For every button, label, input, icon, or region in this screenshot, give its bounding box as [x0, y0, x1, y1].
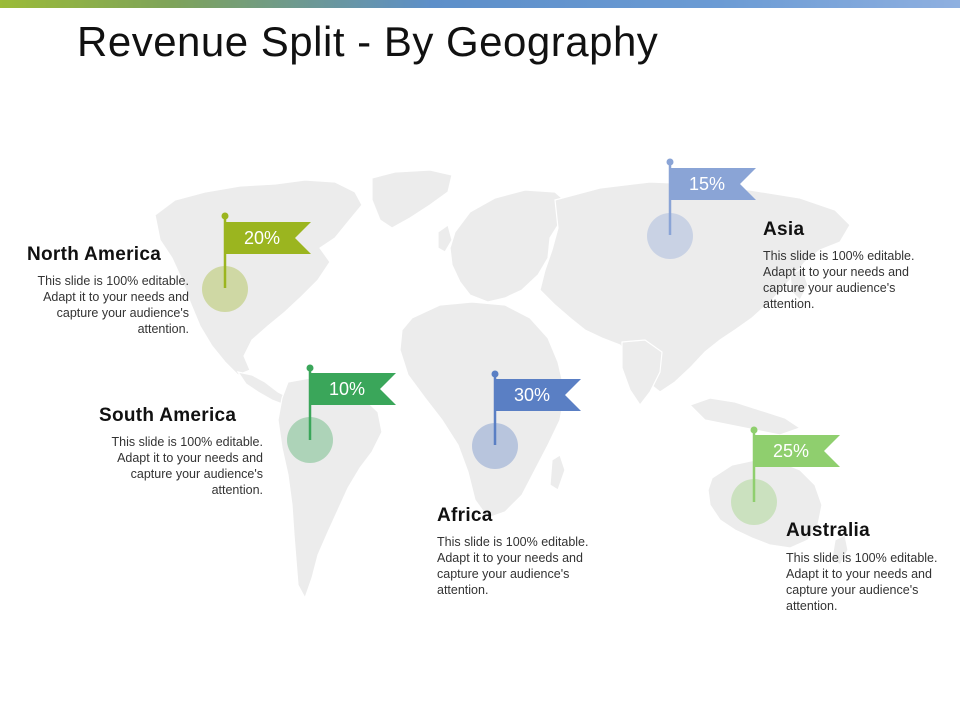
north-america-percent-label: 20%	[244, 228, 280, 248]
africa-description: This slide is 100% editable. Adapt it to…	[437, 535, 589, 597]
north-america-title: North America	[27, 244, 162, 265]
greenland-shape	[371, 169, 453, 229]
north-america-pole-knob	[221, 212, 229, 220]
australia-title: Australia	[786, 520, 871, 541]
australia-pole-knob	[750, 426, 758, 434]
asia-percent-label: 15%	[689, 174, 725, 194]
north-america-description: This slide is 100% editable. Adapt it to…	[37, 274, 189, 336]
australia-percent-label: 25%	[773, 441, 809, 461]
south-america-shape	[277, 377, 383, 600]
africa-pole-knob	[491, 370, 499, 378]
south-america-percent-label: 10%	[329, 379, 365, 399]
australia-description: This slide is 100% editable. Adapt it to…	[786, 551, 938, 613]
south-america-title: South America	[99, 405, 237, 426]
africa-title: Africa	[437, 505, 493, 526]
southeast-asia-islands-shape	[688, 397, 802, 436]
asia-pole-knob	[666, 158, 674, 166]
india-shape	[621, 339, 663, 407]
asia-description: This slide is 100% editable. Adapt it to…	[763, 249, 915, 311]
africa-percent-label: 30%	[514, 385, 550, 405]
madagascar-shape	[549, 454, 566, 491]
south-america-description: This slide is 100% editable. Adapt it to…	[111, 435, 263, 497]
south-america-pole-knob	[306, 364, 314, 372]
asia-title: Asia	[763, 219, 805, 240]
